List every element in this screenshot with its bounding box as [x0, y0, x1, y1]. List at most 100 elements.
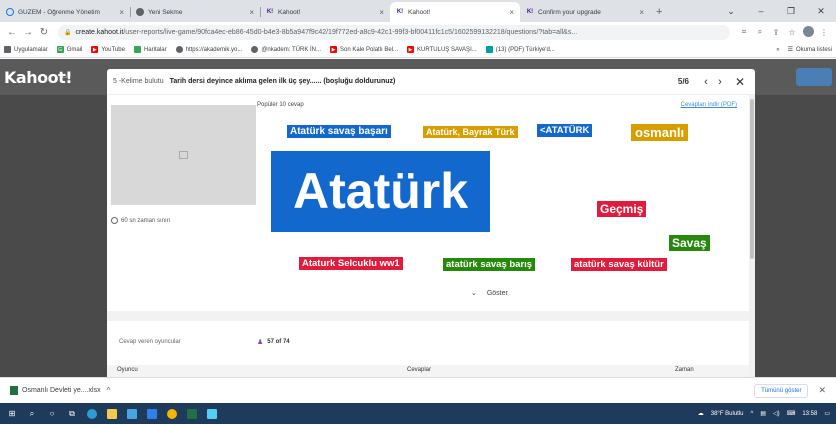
browser-tab[interactable]: Yeni Sekme × — [130, 2, 260, 22]
youtube-icon: ▶ — [330, 46, 337, 53]
word-cloud: Atatürk savaş başarı Atatürk, Bayrak Tür… — [257, 119, 737, 309]
system-tray: ☁ 38°F Bulutlu ^ ▤ ◁) ⌨ 13:58 ▭ — [691, 410, 830, 418]
store-icon[interactable] — [126, 408, 138, 420]
browser-tab[interactable]: K! Confirm your upgrade × — [520, 2, 650, 22]
question-title: Tarih dersi deyince aklıma gelen ilk üç … — [169, 78, 396, 85]
tab-close-icon[interactable]: × — [119, 8, 124, 17]
word-cloud-item: Geçmiş — [597, 201, 647, 217]
keyboard-icon[interactable]: ⌨ — [787, 410, 796, 417]
guzem-icon — [6, 8, 14, 16]
notification-icon[interactable]: ▭ — [824, 410, 830, 417]
restore-icon[interactable]: ❐ — [776, 6, 806, 17]
tab-title: Kahoot! — [278, 8, 301, 16]
tab-close-icon[interactable]: × — [379, 8, 384, 17]
lock-icon[interactable]: 🔒 — [64, 29, 71, 36]
menu-icon[interactable]: ⋮ — [816, 28, 832, 37]
volume-icon[interactable]: ◁) — [773, 410, 780, 417]
windows-taskbar: ⊞ ⌕ ○ ⧉ ☁ 38°F Bulutlu ^ ▤ ◁) ⌨ 13:58 ▭ — [0, 403, 836, 424]
back-icon[interactable]: ← — [4, 27, 20, 38]
search-icon[interactable]: ⌕ — [26, 408, 38, 420]
bookmark-son-kale[interactable]: ▶ Son Kale Polatlı Bel... — [330, 46, 398, 53]
chrome-taskbar-icon[interactable] — [166, 408, 178, 420]
close-window-icon[interactable]: ✕ — [806, 6, 836, 17]
share-icon[interactable]: ⇪ — [768, 28, 784, 37]
url-input[interactable]: 🔒 create.kahoot.it/user-reports/live-gam… — [58, 24, 730, 40]
translate-icon[interactable]: ⌗ — [736, 27, 752, 37]
reload-icon[interactable]: ↻ — [36, 27, 52, 38]
show-all-downloads-button[interactable]: Tümünü göster — [754, 383, 809, 398]
cortana-icon[interactable]: ○ — [46, 408, 58, 420]
column-header-time[interactable]: Zaman — [675, 367, 694, 373]
previous-question-icon[interactable]: ‹ — [699, 76, 713, 88]
forward-icon[interactable]: → — [20, 27, 36, 38]
browser-tab[interactable]: GUZEM - Öğrenme Yönetim × — [0, 2, 130, 22]
show-more-button[interactable]: ⌄ Göster — [471, 289, 508, 297]
chevron-up-icon[interactable]: ^ — [107, 386, 111, 395]
next-question-icon[interactable]: › — [713, 76, 727, 88]
network-icon[interactable]: ▤ — [760, 410, 766, 417]
google-icon: G — [56, 46, 64, 53]
new-tab-button[interactable]: + — [650, 2, 668, 22]
question-pager: 5/6 — [677, 77, 689, 86]
close-downloads-icon[interactable]: ✕ — [818, 385, 826, 396]
bookmark-youtube[interactable]: ▶ YouTube — [91, 46, 125, 53]
researchgate-icon — [485, 46, 493, 53]
edge-icon[interactable] — [86, 408, 98, 420]
chevron-down-icon: ⌄ — [471, 290, 477, 297]
clock-icon — [111, 217, 118, 224]
tab-close-icon[interactable]: × — [639, 8, 644, 17]
popular-answers-label: Popüler 10 cevap — [257, 102, 304, 108]
maps-pin-icon — [133, 46, 141, 53]
tab-close-icon[interactable]: × — [249, 8, 254, 17]
apps-grid-icon — [4, 46, 11, 53]
window-controls: ⌄ – ❐ ✕ — [716, 0, 836, 22]
word-cloud-item: Savaş — [669, 235, 710, 251]
download-file-name: Osmanlı Devleti ye....xlsx — [22, 387, 101, 394]
create-button[interactable] — [796, 68, 832, 86]
bookmark-maps[interactable]: Haritalar — [133, 46, 167, 53]
app-taskbar-icon[interactable] — [206, 408, 218, 420]
column-header-answers[interactable]: Cevaplar — [407, 367, 431, 373]
kahoot-icon: K! — [396, 9, 404, 15]
browser-tab-strip: GUZEM - Öğrenme Yönetim × Yeni Sekme × K… — [0, 0, 836, 22]
bookmark-star-icon[interactable]: ☆ — [784, 28, 800, 37]
players-count-value: 57 of 74 — [267, 339, 290, 345]
youtube-icon: ▶ — [407, 46, 415, 53]
column-header-player[interactable]: Oyuncu — [117, 367, 138, 373]
clock-time[interactable]: 13:58 — [802, 411, 817, 417]
kahoot-icon: K! — [526, 9, 534, 15]
url-host: create.kahoot.it — [75, 28, 124, 36]
section-divider — [107, 311, 755, 321]
close-modal-icon[interactable]: ✕ — [731, 75, 749, 89]
browser-tab-active[interactable]: K! Kahoot! × — [390, 2, 520, 22]
download-answers-link[interactable]: Cevapları indir (PDF) — [681, 102, 737, 108]
minimize-icon[interactable]: – — [746, 6, 776, 16]
task-view-icon[interactable]: ⧉ — [66, 408, 78, 420]
answered-players-count: ♟ 57 of 74 — [257, 338, 290, 346]
more-bookmarks-icon[interactable]: » — [776, 47, 779, 53]
tray-chevron-icon[interactable]: ^ — [751, 411, 754, 417]
excel-taskbar-icon[interactable] — [186, 408, 198, 420]
bookmark-apps[interactable]: Uygulamalar — [4, 46, 48, 53]
answers-table-header: Oyuncu Cevaplar Zaman — [107, 365, 755, 377]
bookmark-gmail[interactable]: G Gmail — [56, 46, 82, 53]
reading-list-button[interactable]: Okuma listesi — [796, 47, 832, 53]
file-explorer-icon[interactable] — [106, 408, 118, 420]
profile-avatar[interactable] — [800, 25, 816, 39]
mail-icon[interactable] — [146, 408, 158, 420]
tab-close-icon[interactable]: × — [509, 8, 514, 17]
download-item[interactable]: Osmanlı Devleti ye....xlsx ^ — [10, 386, 110, 395]
bookmark-onkadem[interactable]: @nkadem: TÜRK İN... — [251, 46, 321, 53]
word-cloud-item: Ataturk Selcuklu ww1 — [299, 257, 403, 270]
weather-label[interactable]: 38°F Bulutlu — [711, 411, 744, 417]
home-icon[interactable]: ⌂ — [62, 71, 67, 80]
windows-start-icon[interactable]: ⊞ — [6, 408, 18, 420]
bookmark-akademik[interactable]: https://akademik.yo... — [175, 46, 242, 53]
bookmark-kurtulus[interactable]: ▶ KURTULUŞ SAVAŞI... — [407, 46, 477, 53]
bookmark-pdf[interactable]: (13) (PDF) Türkiye'd... — [485, 46, 555, 53]
modal-scrollbar-thumb[interactable] — [750, 99, 754, 259]
tab-search-icon[interactable]: ⌄ — [716, 6, 746, 17]
zoom-icon[interactable]: ⌕ — [752, 27, 768, 37]
browser-tab[interactable]: K! Kahoot! × — [260, 2, 390, 22]
word-cloud-item: atatürk savaş kültür — [571, 258, 667, 271]
